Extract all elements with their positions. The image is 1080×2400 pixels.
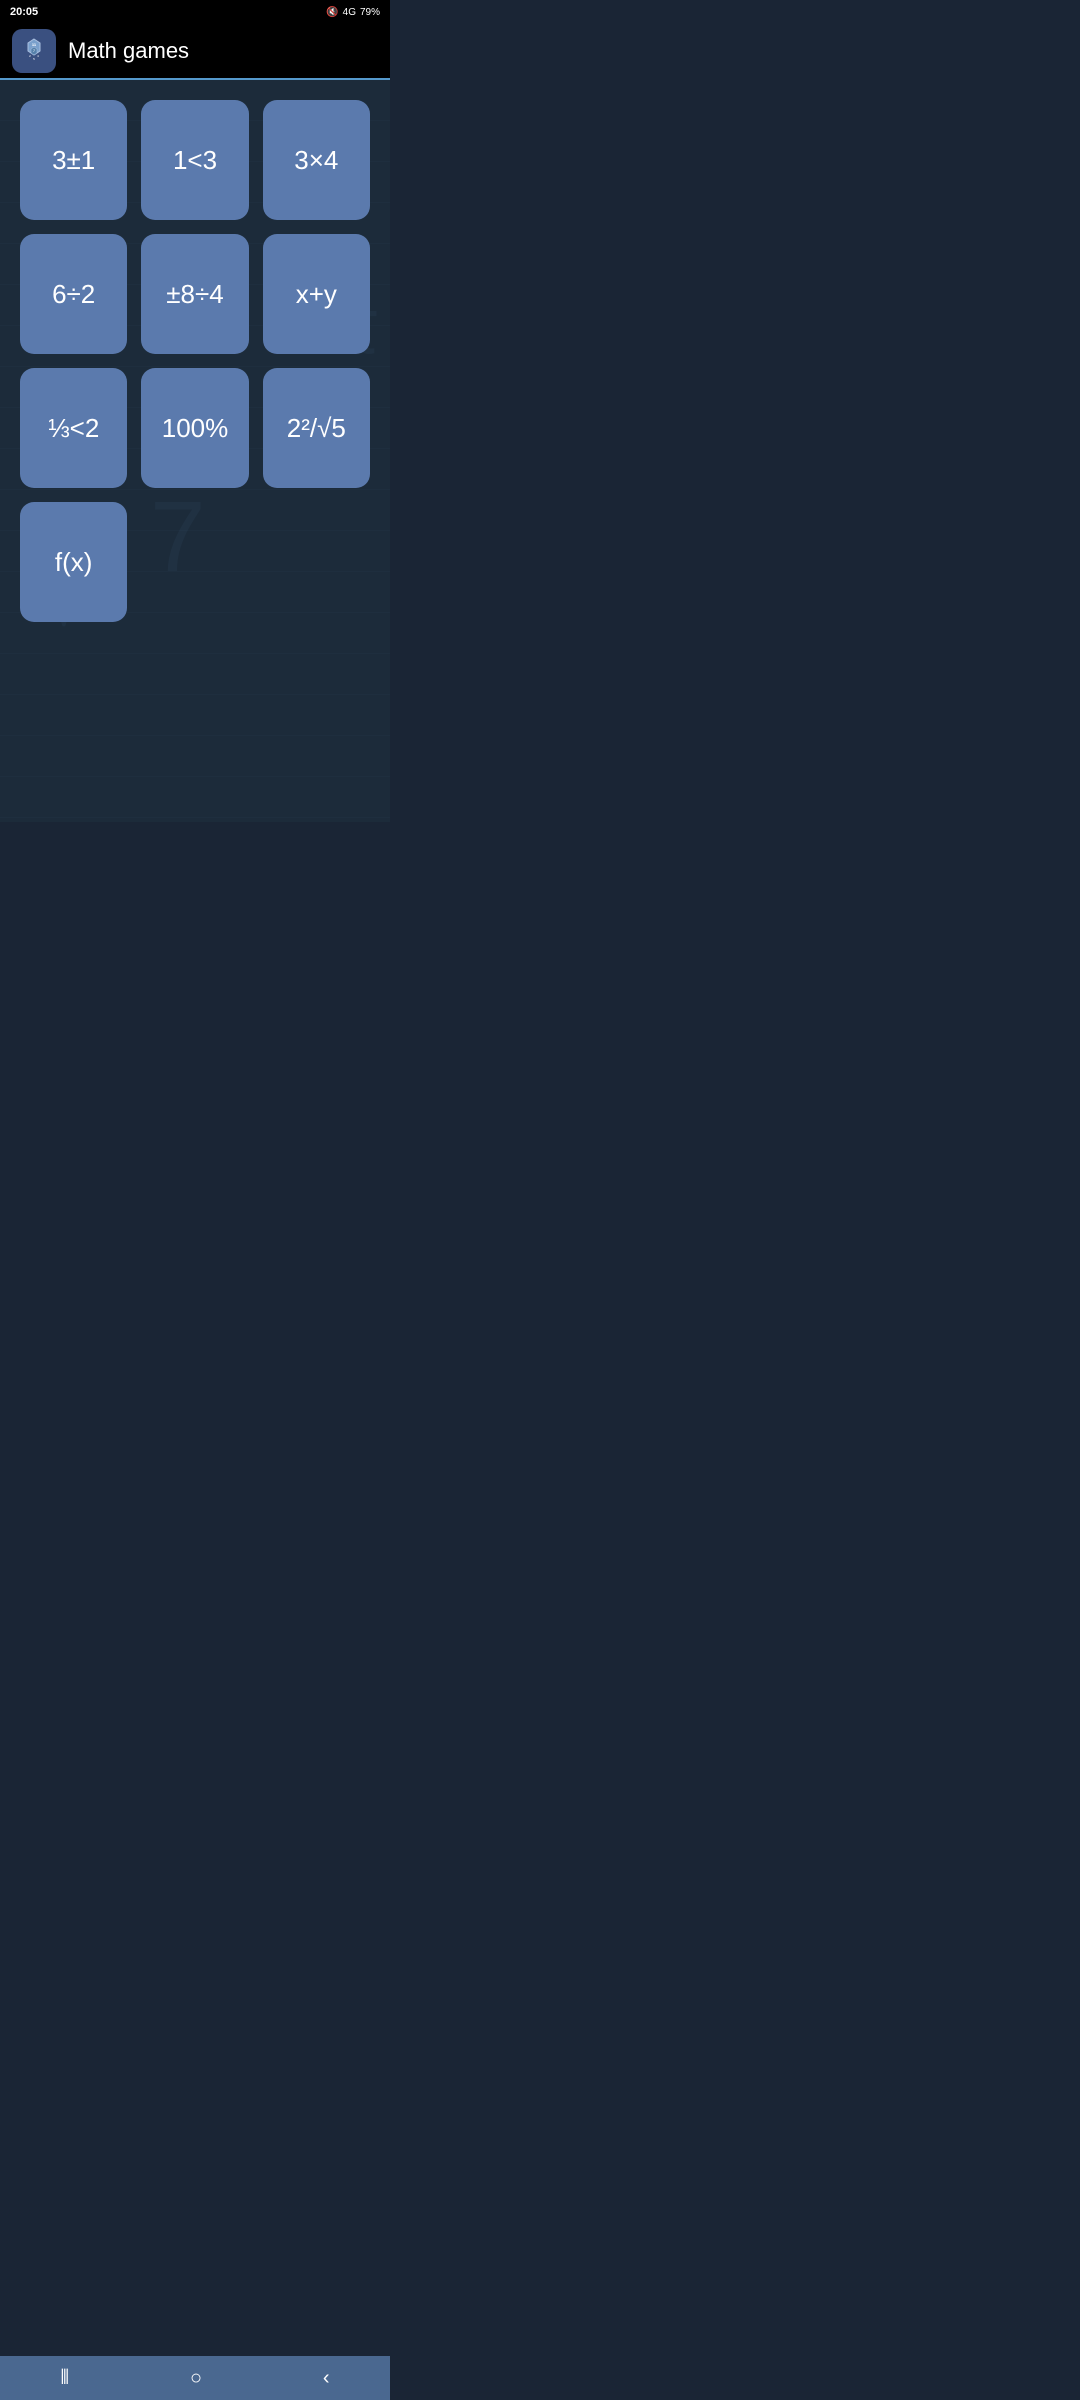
recent-apps-button[interactable]: ⦀ <box>30 2359 99 2398</box>
game-label-fractions: ⅓<2 <box>48 413 99 444</box>
game-label-powers-roots: 2²/√5 <box>287 413 346 444</box>
signal-label: 4G <box>343 7 356 18</box>
svg-text:2: 2 <box>29 54 31 58</box>
mute-icon: 🔇 <box>326 7 338 18</box>
back-button[interactable]: ‹ <box>293 2359 360 2398</box>
game-card-functions[interactable]: f(x) <box>20 502 127 622</box>
battery-label: 79% <box>360 7 380 18</box>
status-right: 🔇 4G 79% <box>326 7 380 18</box>
back-icon: ‹ <box>323 2367 330 2390</box>
game-card-comparison[interactable]: 1<3 <box>141 100 248 220</box>
status-time: 20:05 <box>10 6 38 18</box>
game-label-multiplication: 3×4 <box>294 145 338 176</box>
game-label-division: 6÷2 <box>52 279 95 310</box>
game-label-functions: f(x) <box>55 547 93 578</box>
game-label-algebra: x+y <box>296 279 337 310</box>
app-icon: 11 7 2 5 4 <box>12 29 56 73</box>
game-card-percentages[interactable]: 100% <box>141 368 248 488</box>
app-bar: 11 7 2 5 4 Math games <box>0 24 390 80</box>
game-label-arithmetic: 3±1 <box>52 145 95 176</box>
home-button[interactable]: ○ <box>160 2359 232 2398</box>
game-card-powers-roots[interactable]: 2²/√5 <box>263 368 370 488</box>
game-label-mixed-division: ±8÷4 <box>166 279 223 310</box>
home-icon: ○ <box>190 2367 202 2390</box>
status-bar: 20:05 🔇 4G 79% <box>0 0 390 24</box>
bottom-nav: ⦀ ○ ‹ <box>0 2356 390 2400</box>
game-card-arithmetic[interactable]: 3±1 <box>20 100 127 220</box>
game-card-algebra[interactable]: x+y <box>263 234 370 354</box>
game-card-fractions[interactable]: ⅓<2 <box>20 368 127 488</box>
games-grid: 3±1 1<3 3×4 6÷2 ±8÷4 x+y ⅓<2 100% 2²/√5 … <box>20 100 370 622</box>
game-card-division[interactable]: 6÷2 <box>20 234 127 354</box>
game-card-mixed-division[interactable]: ±8÷4 <box>141 234 248 354</box>
svg-text:5: 5 <box>33 57 35 61</box>
game-label-comparison: 1<3 <box>173 145 217 176</box>
game-label-percentages: 100% <box>162 413 229 444</box>
svg-text:4: 4 <box>37 54 39 58</box>
recent-apps-icon: ⦀ <box>60 2367 69 2390</box>
main-content: ∑ π 7 √ 3±1 1<3 3×4 6÷2 ±8÷4 x+y ⅓<2 100… <box>0 80 390 822</box>
app-title: Math games <box>68 38 189 64</box>
game-card-multiplication[interactable]: 3×4 <box>263 100 370 220</box>
